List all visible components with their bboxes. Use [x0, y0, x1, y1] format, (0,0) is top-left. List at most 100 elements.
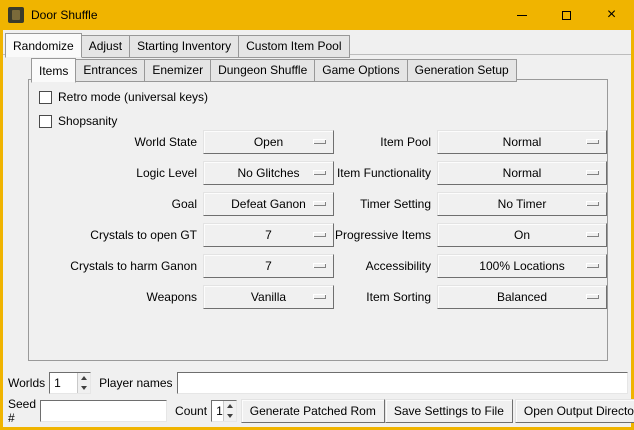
spin-up-button[interactable]	[224, 401, 236, 411]
menu-indicator-icon	[313, 294, 326, 299]
option-row: Crystals to open GT 7 Progressive Items …	[31, 219, 607, 250]
seed-label: Seed #	[8, 397, 36, 425]
player-names-label: Player names	[99, 376, 172, 390]
logic-level-value: No Glitches	[237, 166, 299, 180]
progressive-items-dropdown[interactable]: On	[437, 223, 607, 247]
spinner-arrows	[223, 401, 236, 421]
menu-indicator-icon	[313, 201, 326, 206]
menu-indicator-icon	[586, 170, 599, 175]
tab-adjust[interactable]: Adjust	[81, 35, 130, 58]
option-row: World State Open Item Pool Normal	[31, 126, 607, 157]
inner-tabbar: Items Entrances Enemizer Dungeon Shuffle…	[31, 58, 516, 82]
item-functionality-dropdown[interactable]: Normal	[437, 161, 607, 185]
item-pool-dropdown[interactable]: Normal	[437, 130, 607, 154]
logic-level-dropdown[interactable]: No Glitches	[203, 161, 334, 185]
window-body: Randomize Adjust Starting Inventory Cust…	[3, 30, 631, 427]
close-icon: ×	[607, 7, 616, 23]
item-functionality-value: Normal	[503, 166, 542, 180]
tab-dungeon-shuffle[interactable]: Dungeon Shuffle	[210, 59, 315, 82]
menu-indicator-icon	[313, 263, 326, 268]
arrow-down-icon	[81, 386, 87, 390]
crystals-ganon-value: 7	[265, 259, 272, 273]
items-tab-panel: Retro mode (universal keys) Shopsanity W…	[28, 79, 608, 361]
world-state-dropdown[interactable]: Open	[203, 130, 334, 154]
tab-items[interactable]: Items	[31, 58, 76, 83]
count-value: 1	[212, 401, 223, 421]
item-sorting-dropdown[interactable]: Balanced	[437, 285, 607, 309]
save-settings-button[interactable]: Save Settings to File	[385, 399, 513, 423]
spinner-arrows	[77, 373, 90, 393]
window-controls: ×	[499, 0, 634, 30]
tab-randomize[interactable]: Randomize	[5, 33, 82, 58]
tab-starting-inventory[interactable]: Starting Inventory	[129, 35, 239, 58]
arrow-up-icon	[227, 404, 233, 408]
goal-dropdown[interactable]: Defeat Ganon	[203, 192, 334, 216]
option-row: Logic Level No Glitches Item Functionali…	[31, 157, 607, 188]
tab-enemizer[interactable]: Enemizer	[144, 59, 211, 82]
tab-game-options[interactable]: Game Options	[314, 59, 407, 82]
player-names-input[interactable]	[177, 372, 629, 394]
close-button[interactable]: ×	[589, 0, 634, 30]
accessibility-value: 100% Locations	[479, 259, 564, 273]
arrow-down-icon	[227, 414, 233, 418]
progressive-items-label: Progressive Items	[334, 228, 431, 242]
tab-entrances[interactable]: Entrances	[75, 59, 145, 82]
menu-indicator-icon	[586, 263, 599, 268]
menu-indicator-icon	[313, 139, 326, 144]
crystals-ganon-label: Crystals to harm Ganon	[31, 259, 197, 273]
crystals-gt-label: Crystals to open GT	[31, 228, 197, 242]
spin-down-button[interactable]	[224, 411, 236, 421]
worlds-label: Worlds	[8, 376, 45, 390]
menu-indicator-icon	[586, 294, 599, 299]
weapons-dropdown[interactable]: Vanilla	[203, 285, 334, 309]
item-sorting-value: Balanced	[497, 290, 547, 304]
count-spinbox[interactable]: 1	[211, 400, 237, 422]
generation-row: Seed # Count 1 Generate Patched Rom Save…	[8, 399, 628, 423]
app-icon[interactable]	[8, 7, 24, 23]
goal-label: Goal	[31, 197, 197, 211]
item-functionality-label: Item Functionality	[334, 166, 431, 180]
arrow-up-icon	[81, 376, 87, 380]
retro-mode-checkbox[interactable]	[39, 91, 52, 104]
option-row: Crystals to harm Ganon 7 Accessibility 1…	[31, 250, 607, 281]
menu-indicator-icon	[313, 232, 326, 237]
world-state-value: Open	[254, 135, 283, 149]
tab-generation-setup[interactable]: Generation Setup	[407, 59, 517, 82]
option-row: Goal Defeat Ganon Timer Setting No Timer	[31, 188, 607, 219]
crystals-ganon-dropdown[interactable]: 7	[203, 254, 334, 278]
maximize-button[interactable]	[544, 0, 589, 30]
accessibility-dropdown[interactable]: 100% Locations	[437, 254, 607, 278]
spin-down-button[interactable]	[78, 383, 90, 393]
timer-setting-label: Timer Setting	[334, 197, 431, 211]
item-pool-label: Item Pool	[334, 135, 431, 149]
minimize-icon	[517, 15, 527, 16]
minimize-button[interactable]	[499, 0, 544, 30]
timer-setting-value: No Timer	[498, 197, 547, 211]
open-output-directory-button[interactable]: Open Output Directory	[515, 399, 634, 423]
weapons-value: Vanilla	[251, 290, 286, 304]
option-row: Weapons Vanilla Item Sorting Balanced	[31, 281, 607, 312]
titlebar[interactable]: Door Shuffle ×	[0, 0, 634, 30]
options-grid: World State Open Item Pool Normal Logic …	[31, 126, 607, 312]
retro-mode-checkbox-row[interactable]: Retro mode (universal keys)	[39, 88, 208, 106]
multiworld-row: Worlds 1 Player names	[8, 371, 628, 395]
window-title: Door Shuffle	[31, 8, 98, 22]
worlds-spinbox[interactable]: 1	[49, 372, 91, 394]
timer-setting-dropdown[interactable]: No Timer	[437, 192, 607, 216]
crystals-gt-dropdown[interactable]: 7	[203, 223, 334, 247]
tab-custom-item-pool[interactable]: Custom Item Pool	[238, 35, 349, 58]
generate-patched-rom-button[interactable]: Generate Patched Rom	[241, 399, 385, 423]
world-state-label: World State	[31, 135, 197, 149]
weapons-label: Weapons	[31, 290, 197, 304]
retro-mode-label: Retro mode (universal keys)	[58, 90, 208, 104]
worlds-value: 1	[50, 373, 77, 393]
item-pool-value: Normal	[503, 135, 542, 149]
maximize-icon	[562, 11, 571, 20]
menu-indicator-icon	[586, 139, 599, 144]
logic-level-label: Logic Level	[31, 166, 197, 180]
outer-tabbar: Randomize Adjust Starting Inventory Cust…	[5, 33, 349, 58]
seed-input[interactable]	[40, 400, 167, 422]
spin-up-button[interactable]	[78, 373, 90, 383]
count-label: Count	[175, 404, 207, 418]
progressive-items-value: On	[514, 228, 530, 242]
